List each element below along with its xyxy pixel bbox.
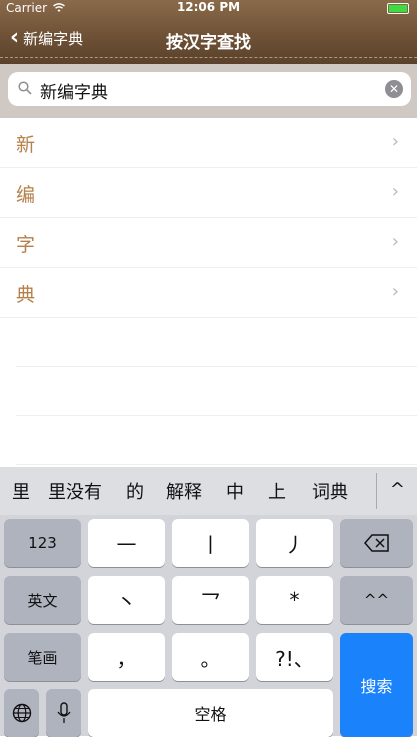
list-item[interactable]: 编 › xyxy=(0,168,417,218)
list-item-label: 典 xyxy=(16,284,36,306)
key-stroke-dian[interactable]: 丶 xyxy=(88,576,165,624)
character-list: 新 › 编 › 字 › 典 › xyxy=(0,118,417,465)
candidate-item[interactable]: 解释 xyxy=(166,478,202,504)
nav-bar: ‹ 新编字典 按汉字查找 xyxy=(0,18,417,60)
clear-icon[interactable]: ✕ xyxy=(385,80,403,98)
list-item[interactable]: 典 › xyxy=(0,268,417,318)
page-title: 按汉字查找 xyxy=(166,33,251,53)
key-bihua[interactable]: 笔画 xyxy=(4,633,81,681)
space-key[interactable]: 空格 xyxy=(88,689,333,737)
empty-row xyxy=(16,416,417,465)
key-emoticon[interactable]: ^^ xyxy=(340,576,413,624)
clock: 12:06 PM xyxy=(176,0,241,14)
candidate-item[interactable]: 里 xyxy=(12,478,30,504)
keyboard: 里 里没有 的 解释 中 上 词典 ^ 123 — 丨 丿 英文 丶 乛 * ^… xyxy=(0,467,417,737)
chevron-right-icon: › xyxy=(391,131,399,152)
search-button[interactable]: 搜索 xyxy=(340,633,413,737)
globe-button[interactable] xyxy=(4,689,39,737)
microphone-icon xyxy=(56,702,71,723)
search-area: 新编字典 ✕ xyxy=(0,64,417,118)
dictation-button[interactable] xyxy=(46,689,81,737)
candidate-bar: 里 里没有 的 解释 中 上 词典 ^ xyxy=(0,467,417,515)
chevron-right-icon: › xyxy=(391,181,399,202)
chevron-up-icon[interactable]: ^ xyxy=(390,479,405,500)
delete-button[interactable] xyxy=(340,519,413,567)
list-item-label: 新 xyxy=(16,134,36,156)
key-stroke-zhe[interactable]: 乛 xyxy=(172,576,249,624)
candidate-item[interactable]: 词典 xyxy=(312,478,348,504)
list-item-label: 字 xyxy=(16,234,36,256)
key-punctuation[interactable]: ?!、 xyxy=(256,633,333,681)
search-icon xyxy=(18,81,32,95)
candidate-item[interactable]: 的 xyxy=(126,478,144,504)
status-bar: Carrier 12:06 PM xyxy=(0,0,417,18)
search-value: 新编字典 xyxy=(40,83,108,103)
key-wildcard[interactable]: * xyxy=(256,576,333,624)
empty-row xyxy=(16,367,417,416)
key-english[interactable]: 英文 xyxy=(4,576,81,624)
empty-row xyxy=(16,318,417,367)
key-period[interactable]: 。 xyxy=(172,633,249,681)
battery-icon xyxy=(387,3,409,14)
header-bar: Carrier 12:06 PM ‹ 新编字典 按汉字查找 xyxy=(0,0,417,64)
list-item-label: 编 xyxy=(16,184,36,206)
key-stroke-pie[interactable]: 丿 xyxy=(256,519,333,567)
globe-icon xyxy=(12,703,31,723)
chevron-right-icon: › xyxy=(391,281,399,302)
key-123[interactable]: 123 xyxy=(4,519,81,567)
list-item[interactable]: 字 › xyxy=(0,218,417,268)
candidate-item[interactable]: 里没有 xyxy=(48,478,102,504)
list-item[interactable]: 新 › xyxy=(0,118,417,168)
candidate-item[interactable]: 上 xyxy=(268,478,286,504)
backspace-icon xyxy=(363,534,389,552)
search-input[interactable]: 新编字典 ✕ xyxy=(8,72,411,106)
chevron-right-icon: › xyxy=(391,231,399,252)
key-stroke-shu[interactable]: 丨 xyxy=(172,519,249,567)
key-comma[interactable]: ， xyxy=(88,633,165,681)
divider xyxy=(376,473,377,509)
key-stroke-heng[interactable]: — xyxy=(88,519,165,567)
candidate-item[interactable]: 中 xyxy=(226,478,244,504)
